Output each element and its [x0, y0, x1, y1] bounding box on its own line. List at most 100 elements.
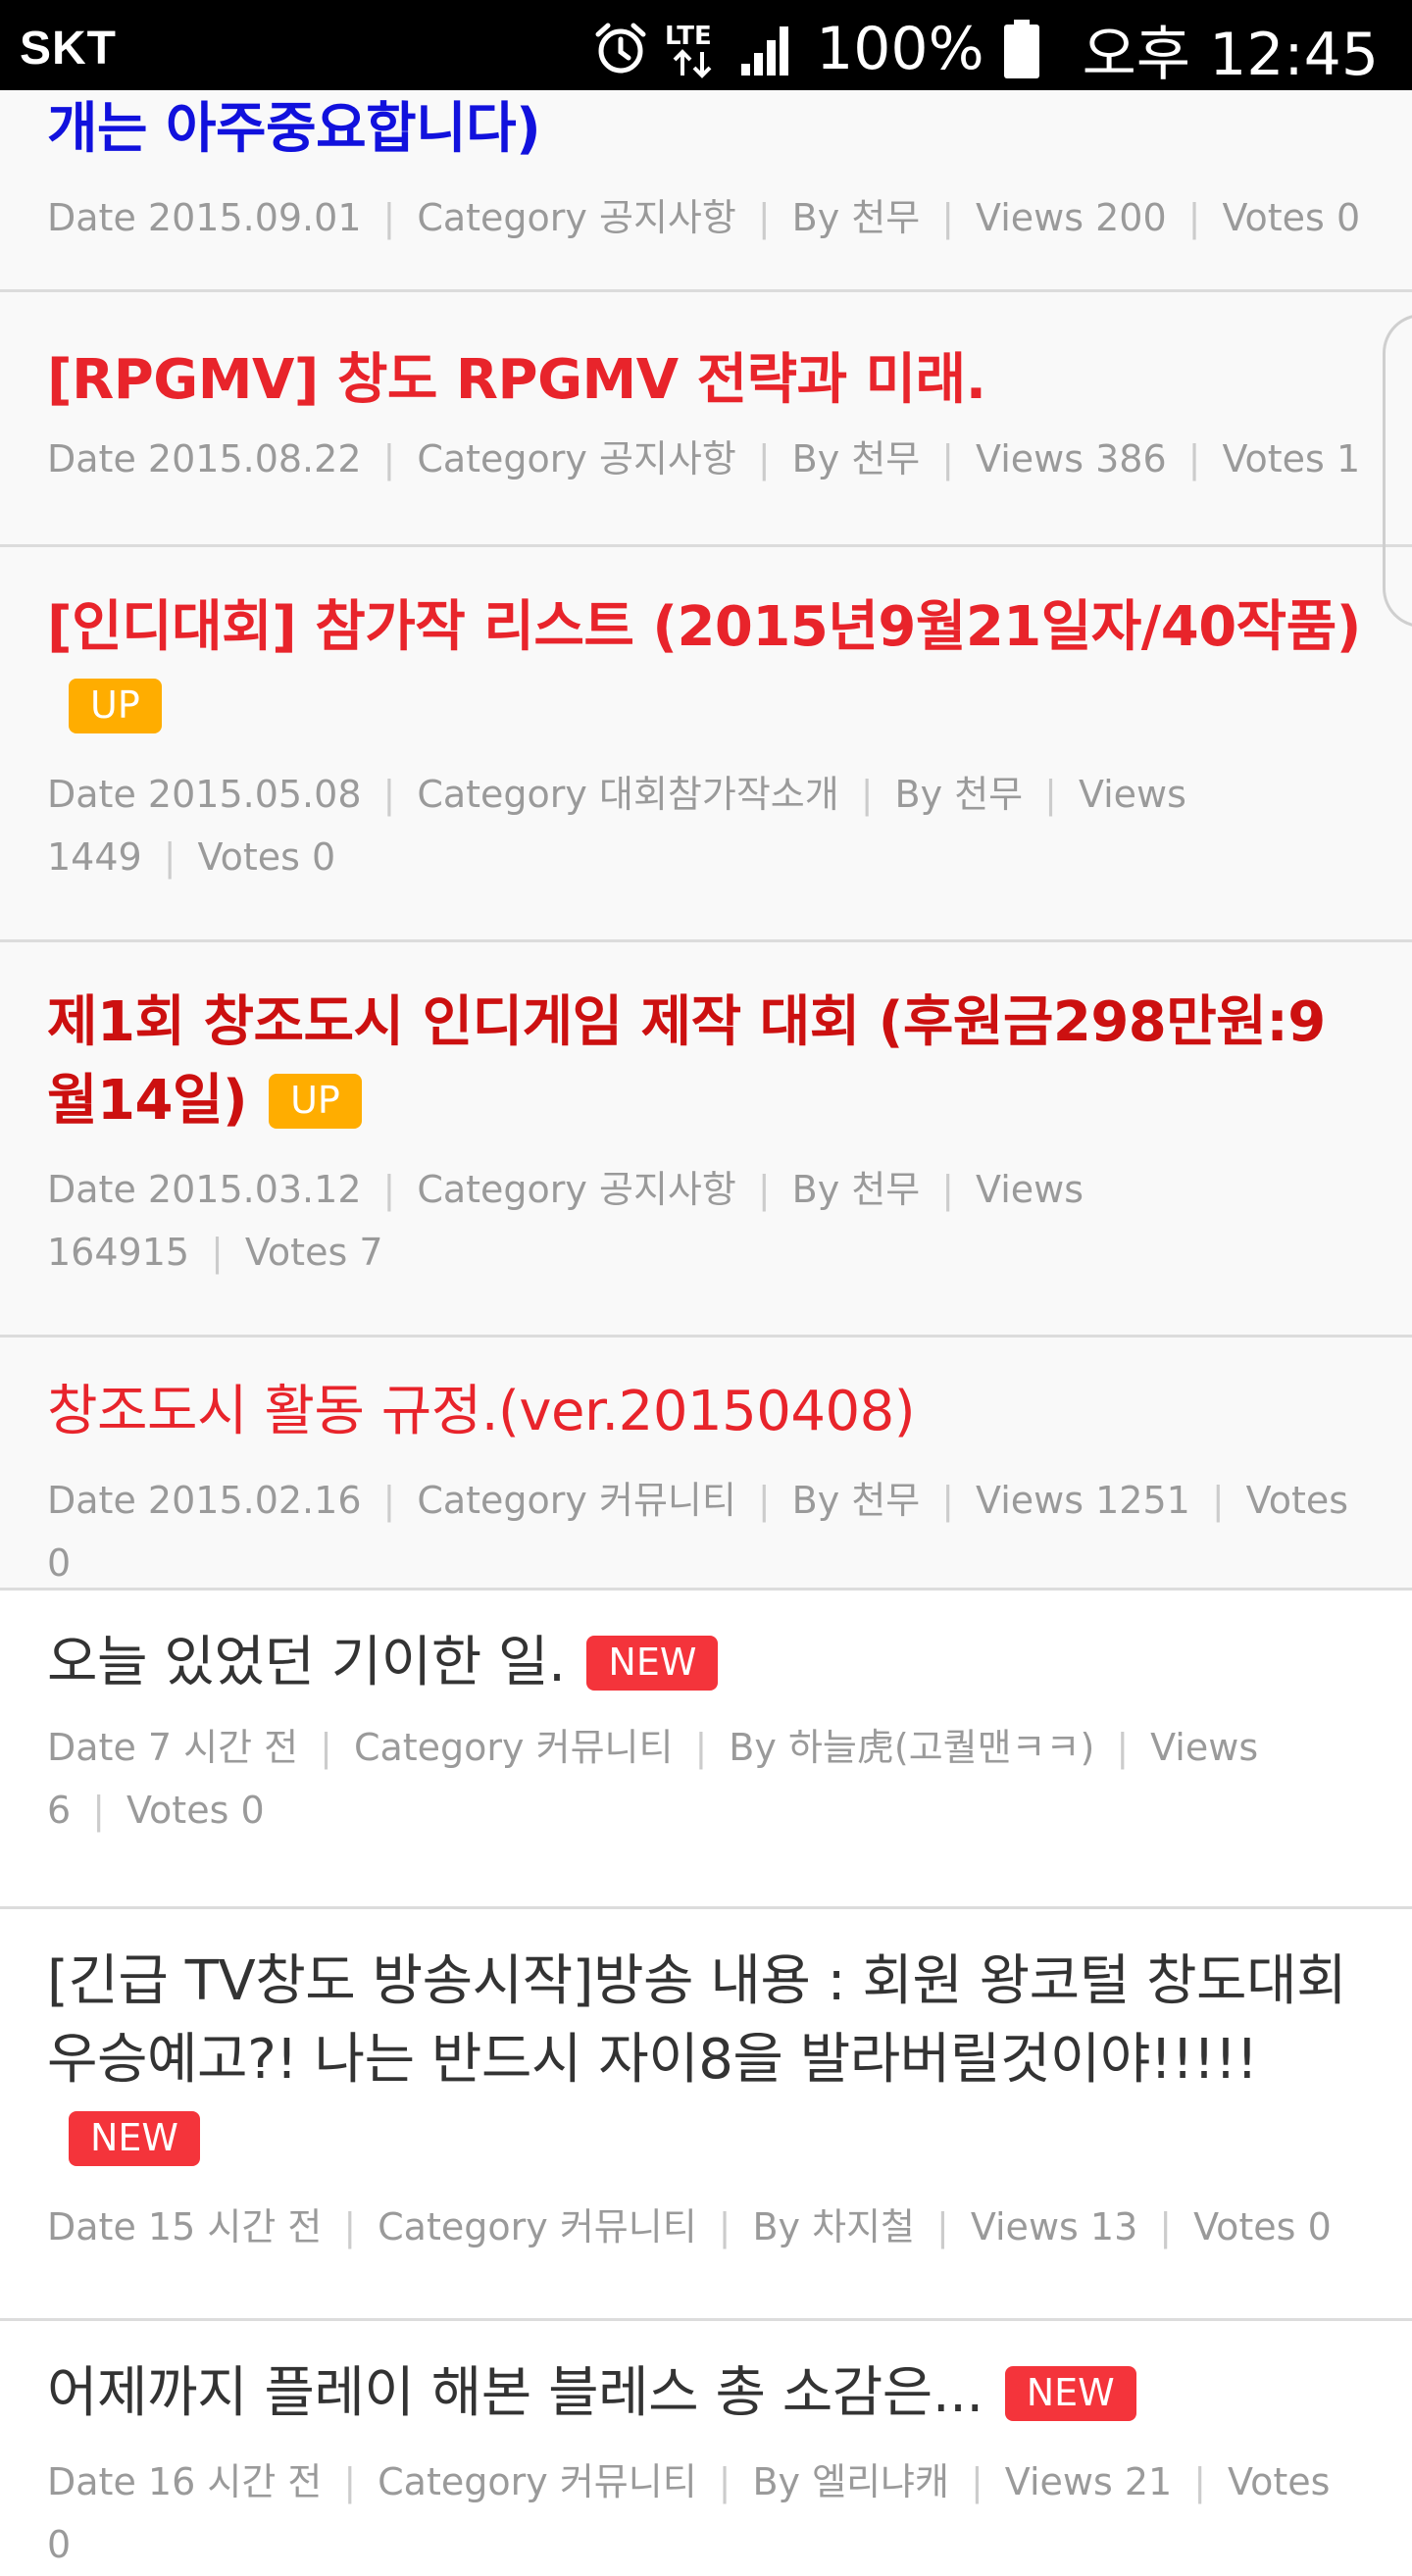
meta-category[interactable]: 커뮤니티 [599, 1479, 736, 1522]
post-title[interactable]: 제1회 창조도시 인디게임 제작 대회 (후원금298만원:9월14일) UP [47, 984, 1365, 1140]
meta-date: 2015.09.01 [147, 196, 362, 239]
post-title-text[interactable]: 창조도시 활동 규정.(ver.20150408) [47, 1380, 916, 1443]
post-title-text[interactable]: 제1회 창조도시 인디게임 제작 대회 (후원금298만원:9월14일) [47, 990, 1326, 1133]
meta-views-label: Views [1004, 2460, 1113, 2503]
meta-separator: | [382, 1479, 396, 1522]
meta-votes-label: Votes [126, 1789, 229, 1832]
post-title-text[interactable]: 어제까지 플레이 해본 블레스 총 소감은... [47, 2361, 983, 2425]
post-meta: Date 2015.03.12 | Category 공지사항 | By 천무 | View… [47, 1158, 1365, 1284]
meta-by-label: By [791, 1168, 840, 1211]
post-title[interactable]: 개는 아주중요합니다) [47, 90, 1365, 169]
list-item[interactable]: 제1회 창조도시 인디게임 제작 대회 (후원금298만원:9월14일) UP D… [0, 942, 1412, 1338]
meta-author[interactable]: 천무 [851, 196, 920, 239]
list-item[interactable]: 오늘 있었던 기이한 일. NEW Date 7 시간 전 | Category 커뮤… [0, 1591, 1412, 1909]
meta-author[interactable]: 천무 [851, 1168, 920, 1211]
post-list: 개는 아주중요합니다) Date 2015.09.01 | Category 공지사… [0, 90, 1412, 2576]
post-title-text[interactable]: [RPGMV] 창도 RPGMV 전략과 미래. [47, 348, 986, 412]
meta-date-label: Date [47, 1479, 136, 1522]
meta-date-label: Date [47, 196, 136, 239]
meta-author[interactable]: 엘리냐캐 [812, 2460, 949, 2503]
list-item[interactable]: [긴급 TV창도 방송시작]방송 내용 : 회원 왕코털 창도대회 우승예고?!… [0, 1909, 1412, 2321]
meta-votes: 0 [47, 2523, 72, 2566]
post-title[interactable]: [RPGMV] 창도 RPGMV 전략과 미래. [47, 341, 1365, 420]
list-item[interactable]: [인디대회] 참가작 리스트 (2015년9월21일자/40작품) UP Date… [0, 547, 1412, 942]
post-title-text[interactable]: 오늘 있었던 기이한 일. [47, 1631, 566, 1694]
meta-separator: | [343, 2460, 357, 2503]
meta-separator: | [320, 1726, 332, 1769]
meta-separator: | [860, 773, 874, 816]
meta-category[interactable]: 공지사항 [599, 196, 736, 239]
post-meta: Date 7 시간 전 | Category 커뮤니티 | By 하늘虎(고퀄맨ㅋㅋ) |… [47, 1716, 1365, 1842]
meta-separator: | [941, 437, 955, 480]
meta-separator: | [382, 437, 396, 480]
signal-icon [739, 21, 796, 77]
new-badge: NEW [586, 1636, 719, 1691]
meta-views: 386 [1095, 437, 1167, 480]
post-title[interactable]: [인디대회] 참가작 리스트 (2015년9월21일자/40작품) UP [47, 588, 1365, 745]
post-title-text[interactable]: [긴급 TV창도 방송시작]방송 내용 : 회원 왕코털 창도대회 우승예고?!… [47, 1949, 1347, 2092]
meta-by-label: By [791, 196, 840, 239]
meta-date: 2015.02.16 [147, 1479, 362, 1522]
meta-category[interactable]: 공지사항 [599, 437, 736, 480]
meta-category-label: Category [417, 1168, 587, 1211]
post-meta: Date 2015.05.08 | Category 대회참가작소개 | By 천무 | V… [47, 763, 1365, 888]
meta-category-label: Category [417, 773, 587, 816]
list-item[interactable]: 창조도시 활동 규정.(ver.20150408) Date 2015.02.1… [0, 1338, 1412, 1591]
meta-separator: | [970, 2460, 983, 2503]
meta-category[interactable]: 커뮤니티 [560, 2460, 697, 2503]
meta-views: 6 [47, 1789, 72, 1832]
battery-percent: 100% [816, 15, 984, 83]
list-item[interactable]: [RPGMV] 창도 RPGMV 전략과 미래. Date 2015.08.22… [0, 292, 1412, 547]
meta-votes: 0 [47, 1541, 72, 1585]
meta-separator: | [936, 2205, 949, 2248]
meta-views: 164915 [47, 1231, 190, 1274]
meta-separator: | [757, 196, 771, 239]
meta-date-label: Date [47, 1168, 136, 1211]
meta-category[interactable]: 커뮤니티 [560, 2205, 697, 2248]
clock: 오후 12:45 [1082, 20, 1379, 89]
meta-by-label: By [791, 1479, 840, 1522]
meta-separator: | [1159, 2205, 1173, 2248]
meta-separator: | [343, 2205, 357, 2248]
post-meta: Date 15 시간 전 | Category 커뮤니티 | By 차지철 | Views … [47, 2196, 1365, 2258]
post-title[interactable]: 오늘 있었던 기이한 일. NEW [47, 1624, 1365, 1702]
meta-separator: | [1044, 773, 1057, 816]
meta-separator: | [941, 1168, 955, 1211]
meta-separator: | [1187, 196, 1201, 239]
edge-panel-handle[interactable] [1383, 314, 1412, 628]
meta-category[interactable]: 대회참가작소개 [599, 773, 839, 816]
meta-author[interactable]: 차지철 [812, 2205, 915, 2248]
meta-date: 15 시간 전 [147, 2205, 323, 2248]
meta-by-label: By [729, 1726, 777, 1769]
list-item[interactable]: 개는 아주중요합니다) Date 2015.09.01 | Category 공지사… [0, 90, 1412, 292]
post-title[interactable]: 어제까지 플레이 해본 블레스 총 소감은... NEW [47, 2354, 1365, 2433]
meta-separator: | [1193, 2460, 1207, 2503]
meta-separator: | [718, 2205, 731, 2248]
meta-date-label: Date [47, 1726, 136, 1769]
post-title[interactable]: 창조도시 활동 규정.(ver.20150408) [47, 1373, 1365, 1451]
meta-category[interactable]: 공지사항 [599, 1168, 736, 1211]
post-title-text[interactable]: [인디대회] 참가작 리스트 (2015년9월21일자/40작품) [47, 595, 1361, 659]
meta-separator: | [694, 1726, 708, 1769]
meta-separator: | [382, 1168, 396, 1211]
meta-by-label: By [752, 2205, 801, 2248]
meta-category[interactable]: 커뮤니티 [536, 1726, 674, 1769]
meta-separator: | [757, 1479, 771, 1522]
meta-votes-label: Votes [1245, 1479, 1349, 1522]
list-item[interactable]: 어제까지 플레이 해본 블레스 총 소감은... NEW Date 16 시간 전… [0, 2321, 1412, 2576]
new-badge: NEW [1004, 2366, 1136, 2421]
post-title[interactable]: [긴급 TV창도 방송시작]방송 내용 : 회원 왕코털 창도대회 우승예고?!… [47, 1943, 1365, 2178]
meta-by-label: By [752, 2460, 801, 2503]
post-title-text[interactable]: 개는 아주중요합니다) [47, 97, 541, 161]
post-meta: Date 2015.02.16 | Category 커뮤니티 | By 천무 | View… [47, 1469, 1365, 1594]
meta-date-label: Date [47, 773, 136, 816]
meta-author[interactable]: 천무 [954, 773, 1023, 816]
meta-separator: | [941, 196, 955, 239]
meta-author[interactable]: 천무 [851, 1479, 920, 1522]
meta-views-label: Views [976, 196, 1084, 239]
post-meta: Date 2015.08.22 | Category 공지사항 | By 천무 | View… [47, 428, 1365, 490]
meta-votes: 0 [1307, 2205, 1332, 2248]
meta-author[interactable]: 하늘虎(고퀄맨ㅋㅋ) [788, 1726, 1094, 1769]
meta-author[interactable]: 천무 [851, 437, 920, 480]
meta-by-label: By [791, 437, 840, 480]
